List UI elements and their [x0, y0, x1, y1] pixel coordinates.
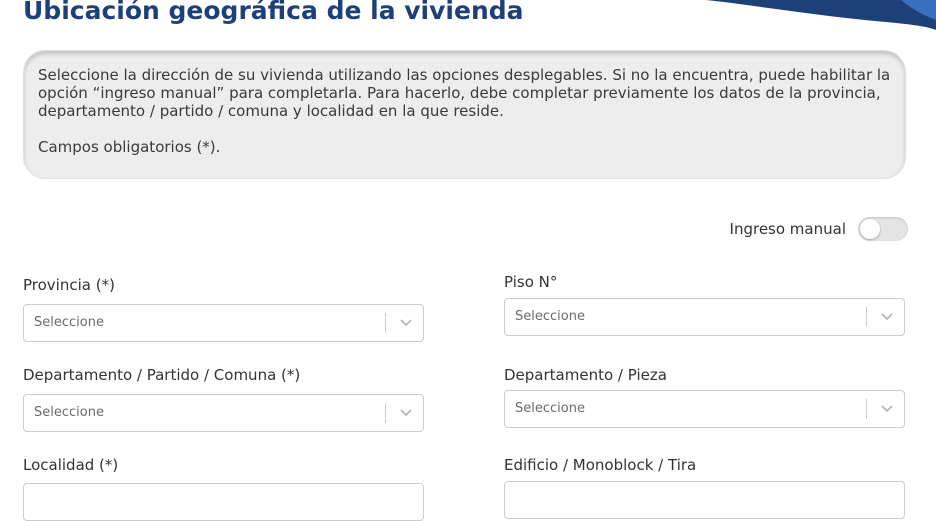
- select-separator: [385, 403, 386, 423]
- chevron-down-icon[interactable]: [880, 403, 894, 415]
- manual-entry-row: Ingreso manual: [730, 215, 908, 243]
- edificio-select[interactable]: [504, 481, 905, 519]
- piso-select-value: Seleccione: [515, 309, 585, 324]
- piso-label: Piso N°: [504, 273, 558, 291]
- chevron-down-icon[interactable]: [399, 317, 413, 329]
- chevron-down-icon[interactable]: [880, 311, 894, 323]
- edificio-label: Edificio / Monoblock / Tira: [504, 456, 697, 474]
- departamento-partido-select-value: Seleccione: [34, 405, 104, 420]
- chevron-down-icon[interactable]: [399, 407, 413, 419]
- provincia-label: Provincia (*): [23, 276, 115, 294]
- info-required-note: Campos obligatorios (*).: [38, 138, 221, 156]
- manual-entry-label: Ingreso manual: [729, 220, 846, 238]
- departamento-pieza-select-value: Seleccione: [515, 401, 585, 416]
- info-instructions: Seleccione la dirección de su vivienda u…: [38, 66, 891, 120]
- toggle-knob: [860, 219, 880, 239]
- page-title: Ubicación geográfica de la vivienda: [23, 0, 524, 25]
- departamento-pieza-select[interactable]: Seleccione: [504, 390, 905, 428]
- select-separator: [866, 307, 867, 327]
- localidad-label: Localidad (*): [23, 456, 119, 474]
- provincia-select[interactable]: Seleccione: [23, 304, 424, 342]
- manual-entry-toggle[interactable]: [858, 217, 908, 241]
- departamento-pieza-label: Departamento / Pieza: [504, 366, 667, 384]
- info-box: Seleccione la dirección de su vivienda u…: [23, 50, 906, 179]
- departamento-partido-select[interactable]: Seleccione: [23, 394, 424, 432]
- select-separator: [866, 399, 867, 419]
- provincia-select-value: Seleccione: [34, 315, 104, 330]
- piso-select[interactable]: Seleccione: [504, 298, 905, 336]
- select-separator: [385, 313, 386, 333]
- header-decoration: [706, 0, 936, 30]
- localidad-select[interactable]: [23, 483, 424, 521]
- departamento-partido-label: Departamento / Partido / Comuna (*): [23, 366, 301, 384]
